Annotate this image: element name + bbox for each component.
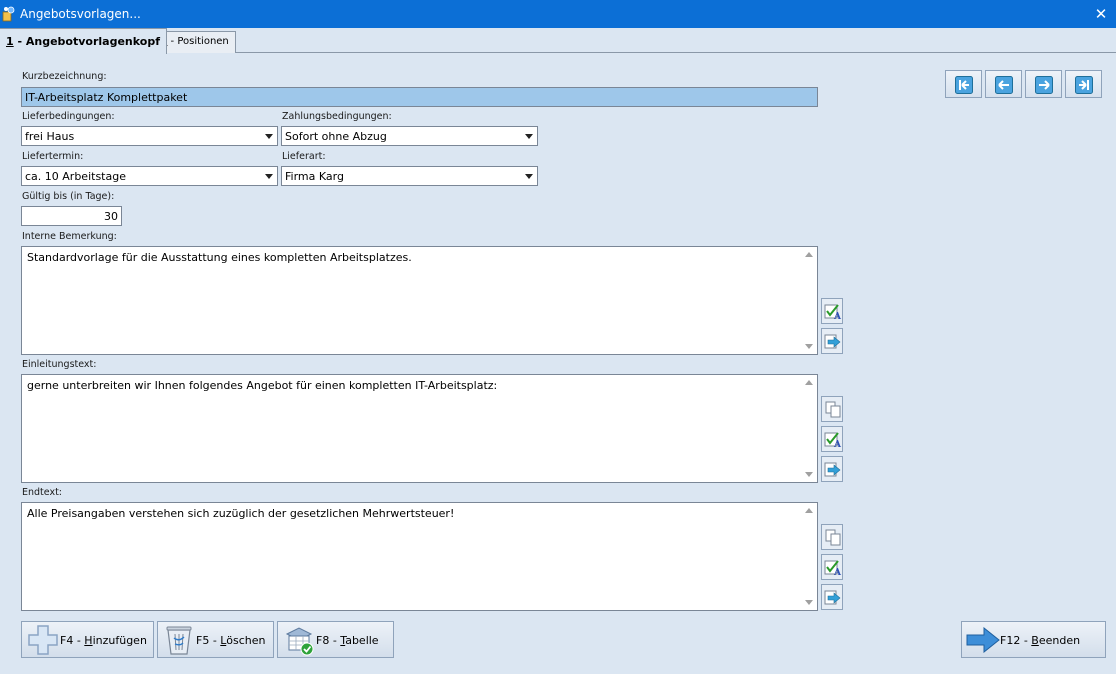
kurzbezeichnung-label: Kurzbezeichnung:: [22, 71, 107, 82]
interne-bemerkung-textarea[interactable]: Standardvorlage für die Ausstattung eine…: [21, 246, 818, 355]
spellcheck-button[interactable]: A: [821, 298, 843, 324]
interne-bemerkung-text: Standardvorlage für die Ausstattung eine…: [27, 251, 412, 264]
window-title: Angebotsvorlagen...: [20, 7, 141, 21]
scrollbar[interactable]: [801, 375, 817, 482]
liefertermin-label: Liefertermin:: [22, 151, 84, 162]
add-button[interactable]: F4 - Hinzufügen: [21, 621, 154, 658]
lieferart-label: Lieferart:: [282, 151, 326, 162]
spellcheck-button[interactable]: A: [821, 554, 843, 580]
lieferbedingungen-value: frei Haus: [25, 130, 75, 143]
endtext-text: Alle Preisangaben verstehen sich zuzügli…: [27, 507, 455, 520]
insert-text-button[interactable]: [821, 328, 843, 354]
scrollbar[interactable]: [801, 503, 817, 610]
lieferart-combo[interactable]: Firma Karg: [281, 166, 538, 186]
zahlungsbedingungen-value: Sofort ohne Abzug: [285, 130, 387, 143]
exit-button-label: F12 - Beenden: [1000, 634, 1081, 647]
chevron-down-icon[interactable]: [525, 174, 533, 179]
liefertermin-value: ca. 10 Arbeitstage: [25, 170, 126, 183]
insert-text-icon: [824, 462, 841, 477]
copy-button[interactable]: [821, 524, 843, 550]
zahlungsbedingungen-combo[interactable]: Sofort ohne Abzug: [281, 126, 538, 146]
last-record-button[interactable]: [1065, 70, 1102, 98]
exit-arrow-icon: [966, 627, 1000, 653]
last-record-icon: [1075, 76, 1093, 94]
svg-text:A: A: [833, 568, 842, 577]
gueltig-bis-input[interactable]: 30: [21, 206, 122, 226]
tab-label: - Angebotvorlagenkopf: [13, 35, 160, 48]
scroll-down-icon[interactable]: [805, 344, 813, 349]
chevron-down-icon[interactable]: [265, 174, 273, 179]
insert-text-icon: [824, 334, 841, 349]
scroll-up-icon[interactable]: [805, 380, 813, 385]
scroll-down-icon[interactable]: [805, 472, 813, 477]
einleitungstext-text: gerne unterbreiten wir Ihnen folgendes A…: [27, 379, 498, 392]
lieferbedingungen-combo[interactable]: frei Haus: [21, 126, 278, 146]
endtext-textarea[interactable]: Alle Preisangaben verstehen sich zuzügli…: [21, 502, 818, 611]
plus-icon: [28, 625, 58, 655]
insert-text-button[interactable]: [821, 456, 843, 482]
scroll-up-icon[interactable]: [805, 252, 813, 257]
tab-label: - Positionen: [167, 36, 229, 47]
interne-bemerkung-label: Interne Bemerkung:: [22, 231, 117, 242]
chevron-down-icon[interactable]: [525, 134, 533, 139]
first-record-icon: [955, 76, 973, 94]
table-button-label: F8 - Tabelle: [316, 634, 379, 647]
einleitungstext-label: Einleitungstext:: [22, 359, 97, 370]
endtext-label: Endtext:: [22, 487, 63, 498]
kurzbezeichnung-input[interactable]: IT-Arbeitsplatz Komplettpaket: [21, 87, 818, 107]
add-button-label: F4 - Hinzufügen: [60, 634, 147, 647]
first-record-button[interactable]: [945, 70, 982, 98]
next-record-button[interactable]: [1025, 70, 1062, 98]
zahlungsbedingungen-label: Zahlungsbedingungen:: [282, 111, 392, 122]
tab-angebotvorlagenkopf[interactable]: 1 - Angebotvorlagenkopf: [0, 28, 167, 54]
lieferbedingungen-label: Lieferbedingungen:: [22, 111, 115, 122]
spellcheck-icon: A: [824, 304, 842, 321]
insert-text-button[interactable]: [821, 584, 843, 610]
scroll-down-icon[interactable]: [805, 600, 813, 605]
arrow-right-icon: [1035, 76, 1053, 94]
chevron-down-icon[interactable]: [265, 134, 273, 139]
lieferart-value: Firma Karg: [285, 170, 344, 183]
svg-text:A: A: [833, 312, 842, 321]
trash-icon: [166, 626, 192, 655]
einleitungstext-textarea[interactable]: gerne unterbreiten wir Ihnen folgendes A…: [21, 374, 818, 483]
title-bar: Angebotsvorlagen... ✕: [0, 0, 1116, 28]
app-icon: [2, 6, 15, 22]
table-button[interactable]: F8 - Tabelle: [277, 621, 394, 658]
spellcheck-icon: A: [824, 432, 842, 449]
insert-text-icon: [824, 590, 841, 605]
liefertermin-combo[interactable]: ca. 10 Arbeitstage: [21, 166, 278, 186]
close-icon: ✕: [1094, 5, 1108, 23]
spellcheck-icon: A: [824, 560, 842, 577]
copy-button[interactable]: [821, 396, 843, 422]
exit-button[interactable]: F12 - Beenden: [961, 621, 1106, 658]
tab-number: 1: [6, 35, 14, 48]
copy-icon: [825, 401, 841, 418]
scroll-up-icon[interactable]: [805, 508, 813, 513]
scrollbar[interactable]: [801, 247, 817, 354]
gueltig-bis-label: Gültig bis (in Tage):: [22, 191, 115, 202]
arrow-left-icon: [995, 76, 1013, 94]
delete-button-label: F5 - Löschen: [196, 634, 266, 647]
close-button[interactable]: ✕: [1086, 0, 1116, 28]
previous-record-button[interactable]: [985, 70, 1022, 98]
svg-text:A: A: [833, 440, 842, 449]
copy-icon: [825, 529, 841, 546]
spellcheck-button[interactable]: A: [821, 426, 843, 452]
tab-strip: 1 - Angebotvorlagenkopf 2 - Positionen: [0, 28, 1116, 54]
table-icon: [285, 627, 314, 656]
delete-button[interactable]: F5 - Löschen: [157, 621, 274, 658]
